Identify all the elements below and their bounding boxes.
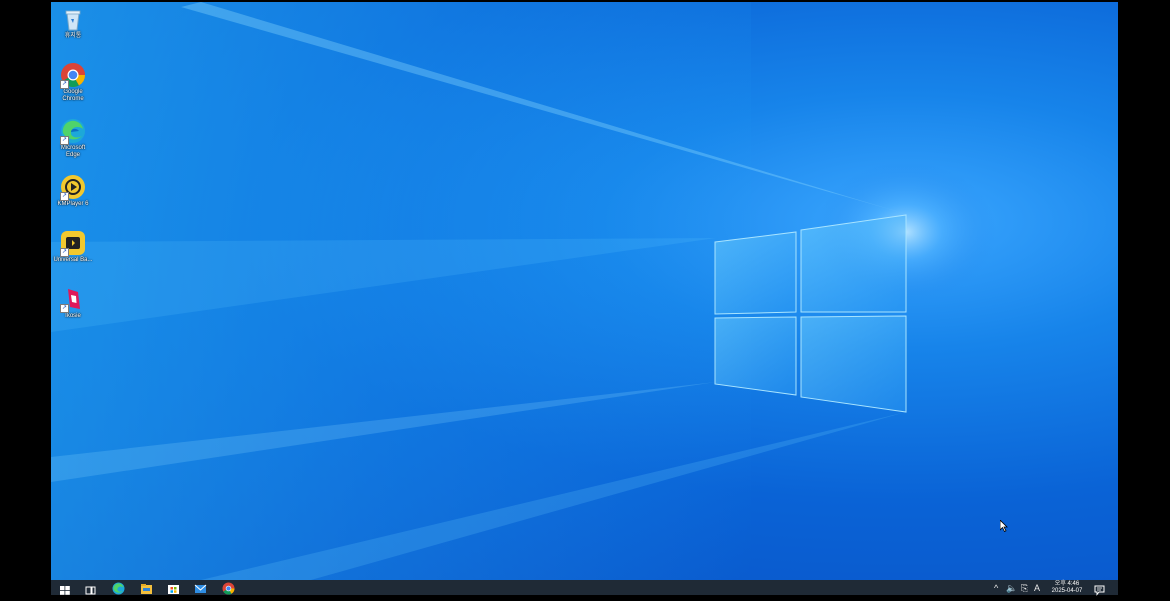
notification-icon (1094, 585, 1105, 596)
desktop-icon-label: Microsoft Edge (60, 145, 86, 158)
light-ray (51, 382, 716, 482)
chrome-icon (222, 582, 235, 595)
mouse-cursor-icon (1000, 520, 1008, 532)
desktop-icon-microsoft-edge[interactable]: ↗ Microsoft Edge (53, 118, 93, 159)
logo-pane-top-left (714, 231, 797, 315)
volume-icon[interactable]: 🔈 (1006, 584, 1017, 593)
network-icon[interactable]: ⎘ (1021, 584, 1028, 593)
tray-overflow-chevron-icon[interactable]: ^ (994, 584, 998, 593)
clock-date: 2025-04-07 (1051, 588, 1083, 594)
desktop-icon-google-chrome[interactable]: ↗ Google Chrome (53, 62, 93, 103)
desktop-icon-label: Universal Ba... (53, 257, 93, 263)
edge-taskbar-button[interactable] (112, 582, 126, 596)
edge-icon (112, 582, 125, 595)
shortcut-arrow-icon: ↗ (60, 304, 69, 313)
chrome-icon: ↗ (60, 62, 86, 89)
mail-icon (194, 584, 207, 593)
desktop-icon-label: Google Chrome (62, 89, 84, 102)
taskbar: ^ 🔈 ⎘ A 오후 4:46 2025-04-07 (51, 580, 1118, 596)
ime-indicator[interactable]: A (1034, 584, 1040, 593)
task-view-icon (85, 586, 96, 595)
windows-logo-icon (60, 586, 70, 595)
desktop[interactable]: 휴지통 ↗ Google Chrome ↗ Microsoft Edge ↗ K… (51, 2, 1118, 580)
logo-pane-top-right (800, 214, 907, 313)
screen-frame: 휴지통 ↗ Google Chrome ↗ Microsoft Edge ↗ K… (0, 0, 1170, 596)
logo-pane-bottom-left (714, 316, 797, 396)
desktop-icon-kmplayer[interactable]: ↗ KMPlayer 6 (53, 174, 93, 208)
shortcut-arrow-icon: ↗ (60, 248, 69, 257)
windows-wallpaper (51, 2, 996, 580)
folder-icon (141, 584, 152, 594)
edge-icon: ↗ (60, 118, 86, 145)
desktop-icon-label: KMPlayer 6 (57, 201, 89, 207)
desktop-icon-ikosie[interactable]: ↗ Ikosie (53, 286, 93, 320)
shortcut-arrow-icon: ↗ (60, 80, 69, 89)
desktop-icon-label: 휴지통 (64, 33, 82, 39)
store-taskbar-button[interactable] (167, 582, 181, 596)
store-icon (168, 585, 179, 594)
ikosie-icon: ↗ (60, 286, 86, 313)
logo-pane-bottom-right (800, 315, 907, 413)
desktop-icon-label: Ikosie (65, 313, 81, 319)
desktop-icon-universal-app[interactable]: ↗ Universal Ba... (53, 230, 93, 264)
taskbar-clock[interactable]: 오후 4:46 2025-04-07 (1044, 581, 1090, 595)
mail-taskbar-button[interactable] (194, 582, 208, 596)
universal-app-icon: ↗ (60, 230, 86, 257)
clock-time: 오후 4:46 (1054, 581, 1080, 587)
task-view-button[interactable] (85, 582, 99, 596)
recycle-bin-icon (60, 6, 86, 32)
start-button[interactable] (59, 582, 73, 596)
light-ray (51, 238, 716, 332)
file-explorer-taskbar-button[interactable] (140, 582, 154, 596)
chrome-taskbar-button[interactable] (222, 582, 236, 596)
kmplayer-icon: ↗ (60, 174, 86, 201)
light-ray (181, 2, 906, 214)
shortcut-arrow-icon: ↗ (60, 136, 69, 145)
shortcut-arrow-icon: ↗ (60, 192, 69, 201)
desktop-icon-recycle-bin[interactable]: 휴지통 (53, 6, 93, 40)
